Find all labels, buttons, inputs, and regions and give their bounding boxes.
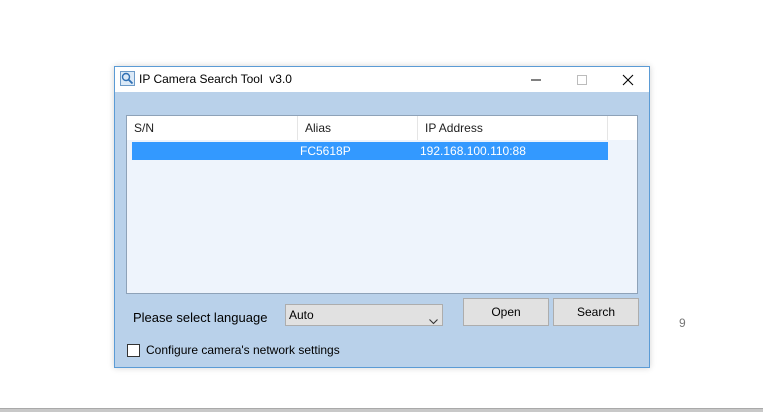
device-alias: FC5618P [300, 144, 351, 158]
language-select[interactable]: Auto [285, 304, 443, 326]
column-header-alias[interactable]: Alias [298, 116, 418, 140]
device-list[interactable]: S/N Alias IP Address FC5618P 192.168.100… [126, 115, 638, 294]
column-header-filler [608, 116, 637, 140]
maximize-button[interactable] [559, 67, 605, 92]
column-header-sn[interactable]: S/N [127, 116, 298, 140]
network-settings-label[interactable]: Configure camera's network settings [146, 343, 340, 357]
close-button[interactable] [605, 67, 651, 92]
maximize-icon [577, 75, 587, 85]
page: IP Camera Search Tool v3.0 S/N Alias IP … [0, 0, 763, 412]
minimize-button[interactable] [513, 67, 559, 92]
open-button[interactable]: Open [463, 298, 549, 326]
device-sn [132, 142, 300, 160]
device-ip-address: 192.168.100.110:88 [420, 144, 526, 158]
page-bottom-divider [0, 408, 763, 412]
column-header-ip-address[interactable]: IP Address [418, 116, 608, 140]
network-settings-checkbox[interactable] [127, 344, 140, 357]
title-bar[interactable]: IP Camera Search Tool v3.0 [115, 67, 649, 92]
chevron-down-icon [429, 312, 438, 330]
page-number: 9 [679, 316, 686, 330]
app-window: IP Camera Search Tool v3.0 S/N Alias IP … [114, 66, 650, 368]
language-label: Please select language [133, 310, 268, 325]
language-select-value: Auto [289, 308, 314, 322]
device-row[interactable]: FC5618P 192.168.100.110:88 [132, 142, 608, 160]
device-list-header: S/N Alias IP Address [127, 116, 637, 140]
minimize-icon [531, 79, 541, 81]
close-icon [622, 74, 634, 86]
window-title: IP Camera Search Tool v3.0 [139, 72, 292, 86]
magnifier-icon [120, 71, 135, 86]
search-button[interactable]: Search [553, 298, 639, 326]
